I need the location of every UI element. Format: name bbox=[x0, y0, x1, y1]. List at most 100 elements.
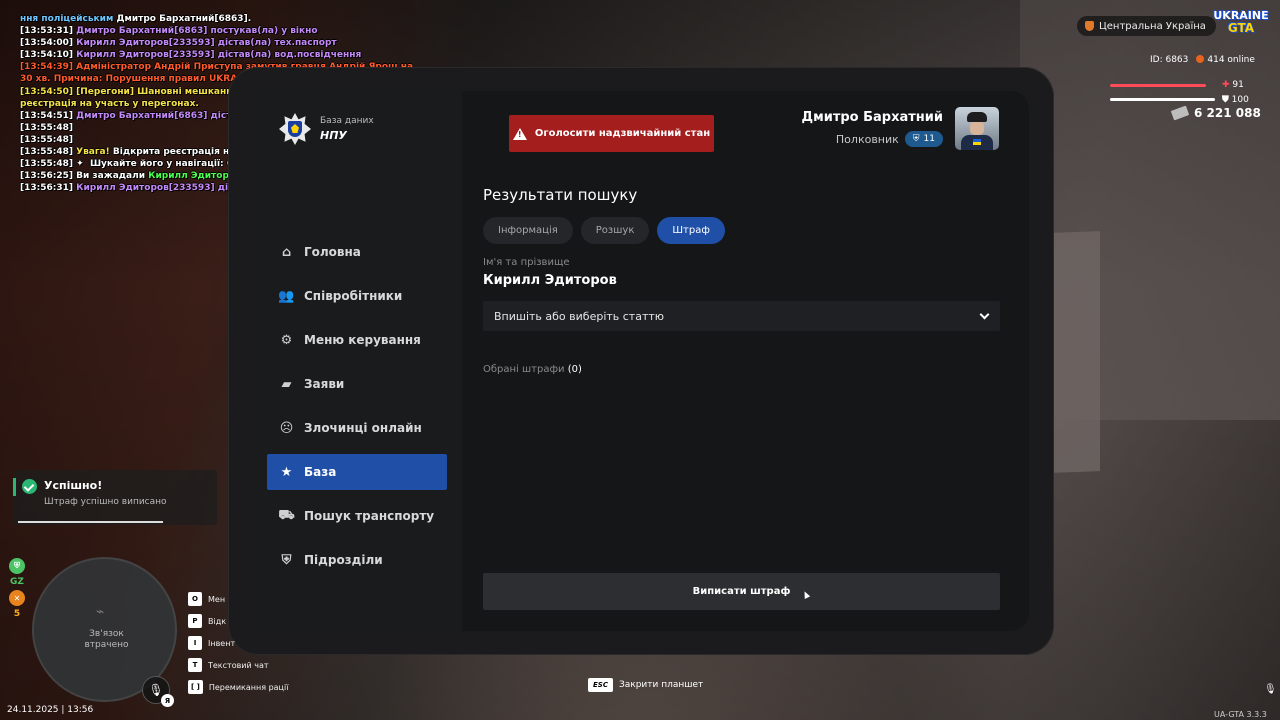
minimap-status-line1: Зв'язок bbox=[89, 629, 124, 639]
chat-line: [13:53:31] Дмитро Бархатний[6863] постук… bbox=[20, 25, 420, 37]
money-icon bbox=[1170, 105, 1190, 121]
chat-segment: . bbox=[247, 14, 252, 24]
money-value: 6 221 088 bbox=[1194, 106, 1261, 120]
sidebar-item-8[interactable]: ⛨ Підрозділи bbox=[267, 542, 447, 578]
chat-segment: [13:55:48] ✦ Шукайте його у навігації: bbox=[20, 159, 227, 170]
chat-line: ння поліцейським Дмитро Бархатний[6863]. bbox=[20, 13, 420, 25]
online-text: 414 online bbox=[1207, 55, 1255, 65]
health-icon: ✚ bbox=[1222, 80, 1230, 90]
emergency-button[interactable]: Оголосити надзвичайний стан bbox=[509, 115, 714, 152]
brand-subtitle: База даних bbox=[320, 116, 374, 126]
hint-key: P bbox=[188, 614, 202, 628]
results-title: Результати пошуку bbox=[483, 186, 638, 204]
name-value: Кирилл Эдиторов bbox=[483, 273, 617, 288]
health-bar bbox=[1110, 84, 1206, 87]
article-select[interactable]: Впишіть або виберіть статтю bbox=[483, 301, 1000, 331]
mask-icon: ☹ bbox=[279, 420, 294, 436]
brand-title: НПУ bbox=[320, 129, 347, 142]
chat-segment: [13:55:48] bbox=[20, 122, 73, 133]
money-display: 6 221 088 bbox=[1170, 105, 1261, 121]
chat-line: [13:54:10] Кирилл Эдиторов[233593] діста… bbox=[20, 49, 420, 61]
green-zone-label: GZ bbox=[10, 577, 24, 587]
chat-segment: [13:55:48] bbox=[20, 147, 77, 158]
hint-label: Текстовий чат bbox=[208, 660, 269, 670]
chat-segment: Дмитро Бархатний[6863] постукав(ла) у ві… bbox=[76, 26, 318, 37]
sidebar-item-label: Головна bbox=[304, 245, 361, 259]
sidebar-item-label: Злочинці онлайн bbox=[304, 421, 422, 435]
sidebar: База даних НПУ ⌂ Головна 👥 Співробітники ⚙ Ме… bbox=[252, 91, 462, 631]
avatar bbox=[955, 107, 999, 150]
check-icon bbox=[22, 479, 37, 494]
success-notification: Успішно! Штраф успішно виписано bbox=[13, 470, 217, 525]
key-hints: O Мен P Відк I Інвент T Текстовий чат [ ] Перемик… bbox=[188, 588, 288, 698]
player-id: ID: 6863 bbox=[1150, 55, 1189, 65]
sidebar-item-1[interactable]: ⌂ Головна bbox=[267, 234, 447, 270]
sidebar-item-7[interactable]: ⛟ Пошук транспорту bbox=[267, 498, 447, 534]
key-hint: [ ] Перемикання рації bbox=[188, 676, 288, 698]
gear-icon: ⚙ bbox=[280, 332, 293, 348]
voice-mic-icon: 🎙 bbox=[1264, 684, 1277, 695]
chat-segment: [13:53:31] bbox=[20, 26, 77, 37]
rank-badge: ⛨ 11 bbox=[904, 131, 943, 147]
key-hint: T Текстовий чат bbox=[188, 654, 288, 676]
armor-icon: ⛊ bbox=[1222, 95, 1229, 105]
article-select-text: Впишіть або виберіть статтю bbox=[494, 309, 665, 323]
result-tabs: Інформація Розшук Штраф bbox=[483, 217, 1000, 244]
hint-label: Відк bbox=[208, 616, 227, 626]
sidebar-item-5[interactable]: ☹ Злочинці онлайн bbox=[267, 410, 447, 446]
name-label: Ім'я та прізвище bbox=[483, 257, 570, 268]
minimap-status-line2: втрачено bbox=[84, 640, 129, 650]
key-hint: O Мен bbox=[188, 588, 288, 610]
chevron-down-icon bbox=[979, 309, 990, 319]
brand: База даних НПУ bbox=[279, 113, 374, 145]
health-text: 91 bbox=[1232, 80, 1244, 90]
chat-segment: [13:56:25] Ви зажадали bbox=[20, 171, 149, 182]
tab-1[interactable]: Інформація bbox=[483, 217, 573, 244]
hint-key: O bbox=[188, 592, 202, 606]
armor-bar bbox=[1110, 98, 1215, 101]
player-id-line: ID: 6863 414 online bbox=[1150, 55, 1255, 65]
sidebar-item-label: Меню керування bbox=[304, 333, 421, 347]
car-icon: ⛟ bbox=[278, 507, 295, 523]
sidebar-item-6[interactable]: ★ База bbox=[267, 454, 447, 490]
key-hint: P Відк bbox=[188, 610, 288, 632]
sidebar-item-4[interactable]: ▰ Заяви bbox=[267, 366, 447, 402]
hint-label: Інвент bbox=[208, 638, 236, 648]
user-name: Дмитро Бархатний bbox=[801, 110, 944, 125]
notification-progress bbox=[18, 521, 163, 523]
chat-segment: [13:56:31] bbox=[20, 183, 77, 194]
region-badge: Центральна Україна bbox=[1077, 16, 1216, 36]
search-results: Результати пошуку Інформація Розшук Штраф … bbox=[483, 186, 1000, 375]
chat-segment: Кирилл Эдиторов[233593] дістав(ла) вод.п… bbox=[76, 50, 362, 61]
tab-2[interactable]: Розшук bbox=[580, 217, 650, 244]
sidebar-item-label: Заяви bbox=[304, 377, 345, 391]
chat-line: [13:54:00] Кирилл Эдиторов[233593] діста… bbox=[20, 37, 420, 49]
server-logo: UKRAINE GTA bbox=[1212, 10, 1270, 40]
police-emblem-icon bbox=[279, 113, 311, 145]
no-signal-icon: ⌁ bbox=[96, 604, 105, 620]
close-tablet-label: Закрити планшет bbox=[619, 680, 704, 690]
user-rank: Полковник bbox=[835, 132, 899, 146]
selected-fines: Обрані штрафи (0) bbox=[483, 364, 1000, 375]
chat-segment: [13:54:00] bbox=[20, 38, 77, 49]
online-count: 414 online bbox=[1196, 55, 1255, 65]
selected-fines-count: (0) bbox=[567, 364, 582, 375]
staff-icon: 👥 bbox=[278, 288, 295, 304]
wanted-level: 5 bbox=[13, 609, 21, 619]
chat-segment: Дмитро Бархатний[6863] bbox=[116, 14, 248, 24]
minimap-status: Зв'язок втрачено bbox=[34, 629, 179, 651]
issue-fine-button[interactable]: Виписати штраф bbox=[483, 573, 1000, 610]
game-version: UA-GTA 3.3.3 bbox=[1214, 710, 1267, 719]
region-shield-icon bbox=[1085, 21, 1094, 31]
star-icon: ★ bbox=[280, 464, 293, 480]
tab-3[interactable]: Штраф bbox=[657, 217, 725, 244]
mic-key-badge: Я bbox=[161, 694, 174, 707]
rank-level: 11 bbox=[923, 134, 935, 144]
sidebar-item-2[interactable]: 👥 Співробітники bbox=[267, 278, 447, 314]
health-value: ✚ 91 bbox=[1222, 80, 1244, 90]
chat-segment: Кирилл Эдиторов[233593] дістав(ла) тех.п… bbox=[76, 38, 337, 49]
key-hint: I Інвент bbox=[188, 632, 288, 654]
sidebar-item-3[interactable]: ⚙ Меню керування bbox=[267, 322, 447, 358]
close-tablet-hint[interactable]: ESC Закрити планшет bbox=[588, 678, 703, 692]
hint-key: I bbox=[188, 636, 202, 650]
